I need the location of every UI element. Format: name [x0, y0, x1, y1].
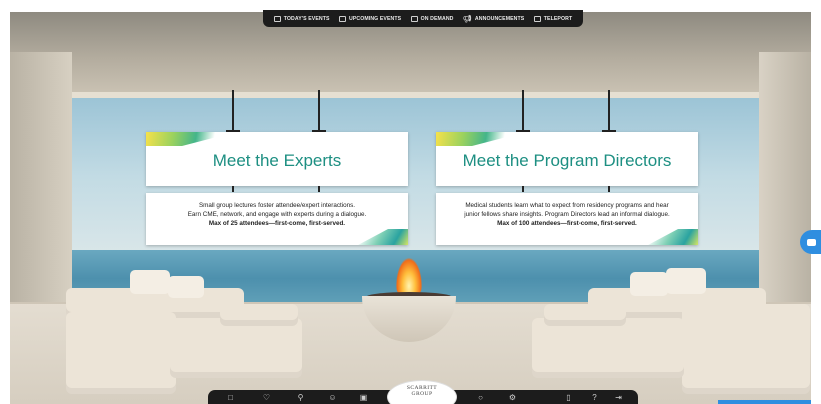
nav-label: ANNOUNCEMENTS — [474, 15, 525, 22]
video-icon — [410, 15, 418, 22]
nav-label: TELEPORT — [543, 15, 573, 22]
nav-upcoming-events[interactable]: UPCOMING EVENTS — [338, 15, 402, 22]
ottoman-right — [544, 304, 626, 326]
sign-text: junior fellows share insights. Program D… — [464, 211, 670, 218]
nav-label: TODAY'S EVENTS — [283, 15, 330, 22]
megaphone-icon: 📢︎ — [462, 15, 472, 23]
nav-on-demand[interactable]: ON DEMAND — [410, 15, 454, 22]
nav-announcements[interactable]: 📢︎ ANNOUNCEMENTS — [463, 15, 524, 23]
cushion — [168, 276, 204, 298]
top-navigation: TODAY'S EVENTS UPCOMING EVENTS ON DEMAND… — [263, 10, 583, 27]
heart-icon[interactable]: ♡ — [262, 393, 271, 402]
page-frame-right — [811, 0, 821, 404]
nav-label: ON DEMAND — [420, 15, 454, 22]
chat-button[interactable] — [800, 230, 821, 254]
meet-the-program-directors-title-panel[interactable]: Meet the Program Directors — [436, 132, 698, 186]
folder-icon[interactable]: □ — [226, 393, 235, 402]
hanging-rod — [608, 90, 610, 132]
briefcase-icon[interactable]: ▣ — [359, 393, 368, 402]
connector-rod — [522, 186, 524, 192]
connector-rod — [318, 186, 320, 192]
hanging-rod — [522, 90, 524, 132]
lobby-scene: Meet the Experts Small group lectures fo… — [10, 12, 811, 404]
nav-teleport[interactable]: TELEPORT — [533, 15, 573, 22]
settings-icon[interactable]: ⚙ — [508, 393, 517, 402]
sofa-left-section — [170, 318, 302, 378]
sign-text: Small group lectures foster attendee/exp… — [198, 202, 356, 209]
sofa-left — [66, 312, 176, 394]
exit-icon[interactable]: ⇥ — [614, 393, 623, 402]
calendar-icon — [273, 15, 281, 22]
connector-rod — [232, 186, 234, 192]
sofa-right-section — [532, 318, 684, 378]
teleport-icon — [533, 15, 541, 22]
decorative-polygons — [358, 229, 408, 245]
connector-rod — [608, 186, 610, 192]
sign-text: Max of 100 attendees—first-come, first-s… — [497, 220, 637, 227]
chat-icon — [806, 238, 816, 246]
calendar-icon — [338, 15, 346, 22]
nav-todays-events[interactable]: TODAY'S EVENTS — [273, 15, 330, 22]
search-icon[interactable]: ⚲ — [296, 393, 305, 402]
page-frame-left — [0, 0, 10, 404]
ottoman-left — [220, 304, 298, 326]
chat-icon[interactable]: ○ — [476, 393, 485, 402]
cushion — [666, 268, 706, 294]
nav-label: UPCOMING EVENTS — [348, 15, 402, 22]
help-icon[interactable]: ? — [590, 393, 599, 402]
decorative-polygons — [648, 229, 698, 245]
cushion — [630, 272, 668, 296]
sign-text: Earn CME, network, and engage with exper… — [187, 211, 367, 218]
document-icon[interactable]: ▯ — [564, 393, 573, 402]
corner-accent — [718, 400, 811, 404]
sofa-right — [682, 304, 810, 394]
people-icon[interactable]: ☺ — [328, 393, 337, 402]
sign-text: Max of 25 attendees—first-come, first-se… — [208, 220, 346, 227]
hanging-rod — [232, 90, 234, 132]
meet-the-experts-title-panel[interactable]: Meet the Experts — [146, 132, 408, 186]
cushion — [130, 270, 170, 294]
sign-text: Medical students learn what to expect fr… — [465, 202, 669, 209]
meet-the-program-directors-info-panel[interactable]: Medical students learn what to expect fr… — [436, 193, 698, 245]
logo-text: GROUP — [411, 391, 433, 397]
hanging-rod — [318, 90, 320, 132]
meet-the-experts-info-panel[interactable]: Small group lectures foster attendee/exp… — [146, 193, 408, 245]
